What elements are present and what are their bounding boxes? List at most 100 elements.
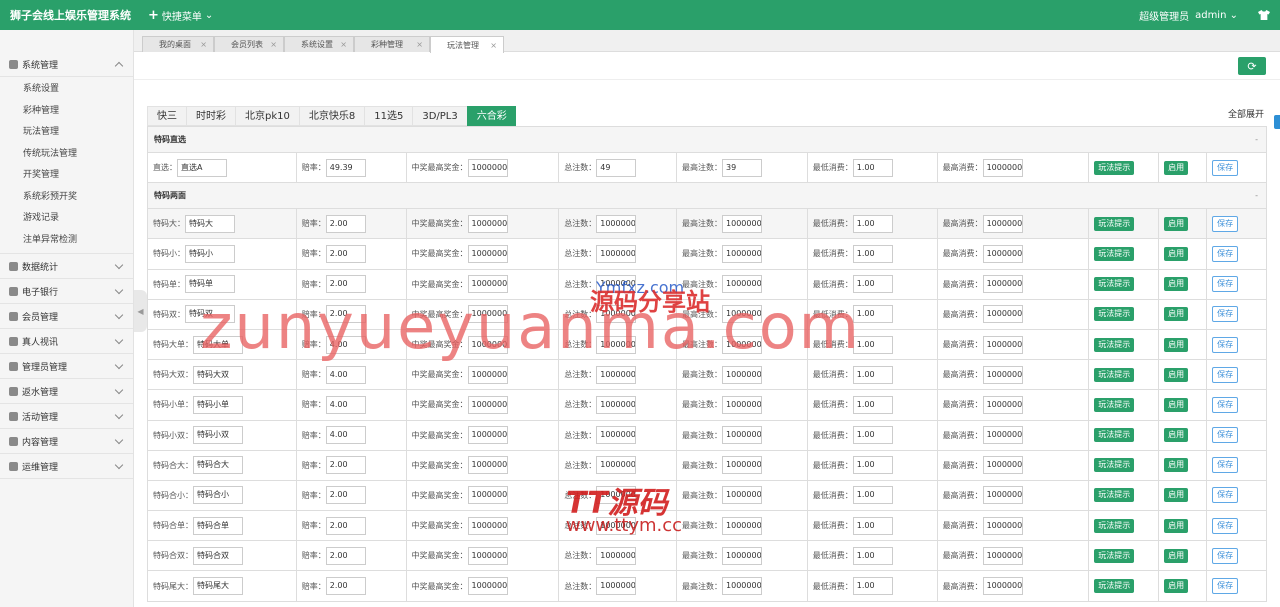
max_bets-input[interactable]: 1000000 — [722, 214, 763, 233]
save-button[interactable]: 保存 — [1212, 578, 1239, 595]
total_bets-input[interactable]: 1000000 — [596, 365, 637, 384]
odds-input[interactable]: 4.00 — [325, 426, 366, 445]
enable-button[interactable]: 启用 — [1164, 216, 1189, 231]
section-header[interactable]: 特码直选 - — [147, 127, 1267, 153]
skin-icon[interactable] — [1258, 10, 1270, 20]
play-hint-button[interactable]: 玩法提示 — [1094, 307, 1135, 322]
max_prize-input[interactable]: 1000000. — [467, 244, 508, 263]
save-button[interactable]: 保存 — [1212, 159, 1239, 176]
max_spend-input[interactable]: 1000000. — [982, 486, 1023, 505]
max_prize-input[interactable]: 1000000. — [467, 456, 508, 475]
min_spend-input[interactable]: 1.00 — [852, 395, 893, 414]
total_bets-input[interactable]: 1000000 — [596, 426, 637, 445]
max_spend-input[interactable]: 1000000. — [982, 546, 1023, 565]
lottery-tab[interactable]: 11选5 — [364, 106, 413, 126]
close-icon[interactable]: × — [200, 40, 207, 49]
sidebar-group[interactable]: 运维管理 — [0, 454, 133, 479]
play-hint-button[interactable]: 玩法提示 — [1094, 160, 1135, 175]
odds-input[interactable]: 4.00 — [325, 395, 366, 414]
play-hint-button[interactable]: 玩法提示 — [1094, 488, 1135, 503]
total_bets-input[interactable]: 1000000 — [596, 456, 637, 475]
min_spend-input[interactable]: 1.00 — [852, 214, 893, 233]
max_prize-input[interactable]: 1000000. — [467, 546, 508, 565]
sidebar-group[interactable]: 电子银行 — [0, 279, 133, 304]
max_spend-input[interactable]: 1000000. — [982, 365, 1023, 384]
max_spend-input[interactable]: 1000000. — [982, 305, 1023, 324]
page-tab[interactable]: 彩种管理 × — [354, 36, 430, 52]
play-hint-button[interactable]: 玩法提示 — [1094, 277, 1135, 292]
max_spend-input[interactable]: 1000000. — [982, 244, 1023, 263]
max_spend-input[interactable]: 1000000. — [982, 426, 1023, 445]
collapse-icon[interactable]: - — [1255, 191, 1258, 200]
sidebar-group[interactable]: 数据统计 — [0, 254, 133, 279]
sidebar-collapse-handle[interactable]: ◀ — [134, 290, 147, 332]
max_bets-input[interactable]: 1000000 — [722, 486, 763, 505]
max_prize-input[interactable]: 1000000. — [467, 577, 508, 596]
max_spend-input[interactable]: 1000000. — [982, 577, 1023, 596]
page-tab[interactable]: 我的桌面 × — [142, 36, 214, 52]
max_spend-input[interactable]: 1000000. — [982, 456, 1023, 475]
refresh-button[interactable]: ⟳ — [1238, 57, 1266, 75]
odds-input[interactable]: 2.00 — [325, 456, 366, 475]
close-icon[interactable]: × — [340, 40, 347, 49]
collapse-icon[interactable]: - — [1255, 135, 1258, 144]
min_spend-input[interactable]: 1.00 — [852, 426, 893, 445]
odds-input[interactable]: 2.00 — [325, 244, 366, 263]
lottery-tab[interactable]: 北京快乐8 — [298, 106, 365, 126]
max_prize-input[interactable]: 1000000. — [467, 516, 508, 535]
lottery-tab[interactable]: 时时彩 — [186, 106, 235, 126]
odds-input[interactable]: 49.39 — [325, 158, 366, 177]
max_prize-input[interactable]: 1000000. — [467, 395, 508, 414]
enable-button[interactable]: 启用 — [1164, 367, 1189, 382]
max_spend-input[interactable]: 1000000. — [982, 214, 1023, 233]
sidebar-group[interactable]: 系统管理 — [0, 52, 133, 77]
user-menu[interactable]: admin ⌄ — [1195, 10, 1238, 21]
max_prize-input[interactable]: 1000000. — [467, 214, 508, 233]
play-hint-button[interactable]: 玩法提示 — [1094, 397, 1135, 412]
play-hint-button[interactable]: 玩法提示 — [1094, 428, 1135, 443]
odds-input[interactable]: 2.00 — [325, 546, 366, 565]
enable-button[interactable]: 启用 — [1164, 488, 1189, 503]
sidebar-item[interactable]: 彩种管理 — [0, 101, 133, 123]
save-button[interactable]: 保存 — [1212, 366, 1239, 383]
max_bets-input[interactable]: 1000000 — [722, 546, 763, 565]
side-float-tab[interactable] — [1274, 115, 1280, 129]
odds-input[interactable]: 2.00 — [325, 486, 366, 505]
play-hint-button[interactable]: 玩法提示 — [1094, 246, 1135, 261]
save-button[interactable]: 保存 — [1212, 306, 1239, 323]
odds-input[interactable]: 2.00 — [325, 516, 366, 535]
enable-button[interactable]: 启用 — [1164, 277, 1189, 292]
lottery-tab[interactable]: 快三 — [147, 106, 186, 126]
page-tab[interactable]: 系统设置 × — [284, 36, 354, 52]
save-button[interactable]: 保存 — [1212, 517, 1239, 534]
save-button[interactable]: 保存 — [1212, 245, 1239, 262]
close-icon[interactable]: × — [416, 40, 423, 49]
enable-button[interactable]: 启用 — [1164, 397, 1189, 412]
max_spend-input[interactable]: 1000000. — [982, 335, 1023, 354]
sidebar-item[interactable]: 游戏记录 — [0, 208, 133, 230]
enable-button[interactable]: 启用 — [1164, 337, 1189, 352]
max_bets-input[interactable]: 1000000 — [722, 244, 763, 263]
save-button[interactable]: 保存 — [1212, 487, 1239, 504]
sidebar-item[interactable]: 开奖管理 — [0, 165, 133, 187]
sidebar-item[interactable]: 系统设置 — [0, 79, 133, 101]
max_spend-input[interactable]: 1000000. — [982, 395, 1023, 414]
max_prize-input[interactable]: 1000000. — [467, 426, 508, 445]
name-input[interactable]: 特码尾大 — [193, 577, 243, 596]
close-icon[interactable]: × — [490, 41, 497, 50]
play-hint-button[interactable]: 玩法提示 — [1094, 337, 1135, 352]
save-button[interactable]: 保存 — [1212, 457, 1239, 474]
name-input[interactable]: 特码合大 — [193, 456, 243, 475]
save-button[interactable]: 保存 — [1212, 427, 1239, 444]
lottery-tab[interactable]: 3D/PL3 — [412, 106, 467, 126]
sidebar-item[interactable]: 传统玩法管理 — [0, 144, 133, 166]
min_spend-input[interactable]: 1.00 — [852, 456, 893, 475]
odds-input[interactable]: 2.00 — [325, 214, 366, 233]
max_prize-input[interactable]: 1000000. — [467, 486, 508, 505]
play-hint-button[interactable]: 玩法提示 — [1094, 579, 1135, 594]
expand-all-link[interactable]: 全部展开 — [1228, 107, 1264, 120]
max_spend-input[interactable]: 1000000. — [982, 516, 1023, 535]
sidebar-group[interactable]: 返水管理 — [0, 379, 133, 404]
name-input[interactable]: 特码小单 — [193, 395, 243, 414]
play-hint-button[interactable]: 玩法提示 — [1094, 548, 1135, 563]
